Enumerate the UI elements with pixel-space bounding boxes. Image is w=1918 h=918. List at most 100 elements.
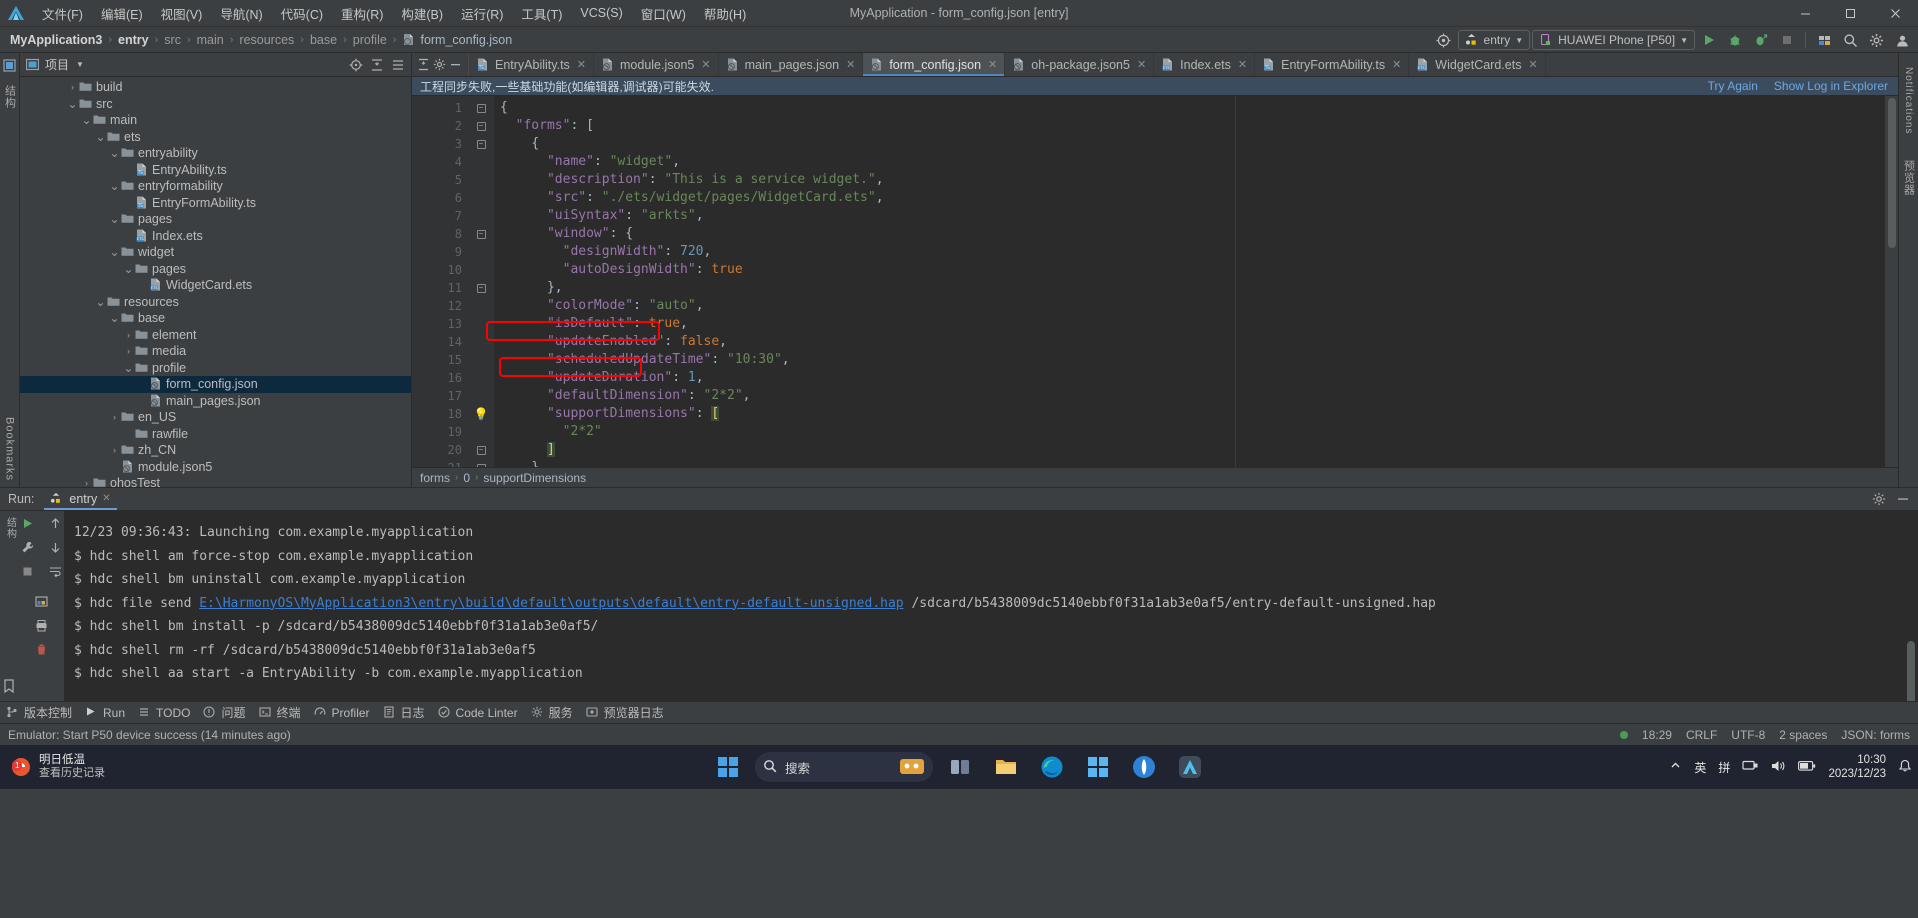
- breadcrumb-resources[interactable]: resources: [235, 32, 298, 48]
- close-icon[interactable]: ✕: [577, 58, 586, 71]
- collapse-icon[interactable]: −: [476, 139, 486, 149]
- chevron-up-icon[interactable]: [1669, 759, 1682, 775]
- notification-center-icon[interactable]: [1898, 759, 1912, 776]
- chevron-right-icon[interactable]: ›: [108, 445, 121, 455]
- collapse-icon[interactable]: −: [476, 445, 486, 455]
- fold-toggle[interactable]: −: [468, 225, 494, 243]
- code-line[interactable]: "defaultDimension": "2*2",: [494, 387, 1884, 405]
- menu-help[interactable]: 帮助(H): [695, 1, 755, 26]
- tree-item-en-us[interactable]: › en_US: [20, 409, 411, 426]
- menu-vcs[interactable]: VCS(S): [571, 3, 631, 23]
- tree-item-src[interactable]: ⌄ src: [20, 96, 411, 113]
- editor-tab-index-ets[interactable]: ETS Index.ets ✕: [1154, 53, 1256, 76]
- maximize-button[interactable]: [1828, 0, 1873, 27]
- tree-item-entryability[interactable]: ⌄ entryability: [20, 145, 411, 162]
- close-icon[interactable]: ✕: [102, 493, 110, 504]
- tree-item-zh-cn[interactable]: › zh_CN: [20, 442, 411, 459]
- code-content[interactable]: { "forms": [ { "name": "widget", "descri…: [494, 96, 1884, 467]
- task-view-icon[interactable]: [941, 748, 979, 786]
- hide-icon[interactable]: [1896, 492, 1910, 506]
- chevron-down-icon[interactable]: ⌄: [66, 98, 79, 110]
- structure-crumb-forms[interactable]: forms: [420, 471, 450, 485]
- chevron-down-icon[interactable]: ⌄: [108, 246, 121, 258]
- bottom-tab-problems[interactable]: 问题: [203, 704, 246, 721]
- close-icon[interactable]: ✕: [846, 58, 855, 71]
- fold-toggle[interactable]: 💡: [468, 405, 494, 423]
- delete-icon[interactable]: [35, 643, 49, 657]
- scroll-down-button[interactable]: [49, 541, 63, 555]
- tree-item-element[interactable]: › element: [20, 327, 411, 344]
- wrench-icon[interactable]: [21, 541, 35, 555]
- editor-tab-entryability-ts[interactable]: TS EntryAbility.ts ✕: [469, 53, 595, 76]
- code-line[interactable]: "2*2": [494, 423, 1884, 441]
- breadcrumb-main[interactable]: main: [193, 32, 228, 48]
- project-strip-icon[interactable]: [2, 59, 17, 73]
- close-icon[interactable]: ✕: [1238, 58, 1247, 71]
- bottom-tab-previewer-log[interactable]: 预览器日志: [586, 704, 664, 721]
- ime-language-label[interactable]: 英: [1694, 759, 1706, 776]
- panel-options-icon[interactable]: [391, 58, 405, 72]
- bottom-tab-services[interactable]: 服务: [531, 704, 573, 721]
- collapse-icon[interactable]: −: [476, 463, 486, 467]
- code-line[interactable]: "updateDuration": 1,: [494, 369, 1884, 387]
- chevron-down-icon[interactable]: ⌄: [108, 147, 121, 159]
- chevron-right-icon[interactable]: ›: [66, 82, 79, 92]
- menu-edit[interactable]: 编辑(E): [92, 1, 152, 26]
- code-line[interactable]: "colorMode": "auto",: [494, 297, 1884, 315]
- status-file-type[interactable]: JSON: forms: [1841, 728, 1910, 742]
- chevron-down-icon[interactable]: ⌄: [108, 213, 121, 225]
- breadcrumb-src[interactable]: src: [160, 32, 185, 48]
- run-button[interactable]: [1697, 29, 1721, 51]
- code-line[interactable]: },: [494, 279, 1884, 297]
- collapse-all-icon[interactable]: [370, 58, 384, 72]
- hide-panel-icon[interactable]: [449, 58, 463, 72]
- show-log-link[interactable]: Show Log in Explorer: [1774, 79, 1888, 93]
- code-line[interactable]: "supportDimensions": [: [494, 405, 1884, 423]
- bottom-tab-version-control[interactable]: 版本控制: [6, 704, 72, 721]
- chevron-down-icon[interactable]: ⌄: [122, 362, 135, 374]
- collapse-icon[interactable]: −: [476, 103, 486, 113]
- code-line[interactable]: "window": {: [494, 225, 1884, 243]
- left-strip-bookmarks[interactable]: Bookmarks: [4, 417, 16, 481]
- code-line[interactable]: "designWidth": 720,: [494, 243, 1884, 261]
- code-line[interactable]: "forms": [: [494, 117, 1884, 135]
- device-selector[interactable]: HUAWEI Phone [P50] ▼: [1532, 30, 1695, 50]
- code-line[interactable]: {: [494, 135, 1884, 153]
- chevron-right-icon[interactable]: ›: [122, 346, 135, 356]
- tree-item-index-ets[interactable]: ETS Index.ets: [20, 228, 411, 245]
- tree-item-entryability-ts[interactable]: TS EntryAbility.ts: [20, 162, 411, 179]
- run-console[interactable]: 12/23 09:36:43: Launching com.example.my…: [64, 511, 1918, 701]
- code-line[interactable]: "autoDesignWidth": true: [494, 261, 1884, 279]
- code-line[interactable]: ]: [494, 441, 1884, 459]
- collapse-icon[interactable]: [417, 58, 431, 72]
- profile-button[interactable]: [1749, 29, 1773, 51]
- code-line[interactable]: "scheduledUpdateTime": "10:30",: [494, 351, 1884, 369]
- code-line[interactable]: "uiSyntax": "arkts",: [494, 207, 1884, 225]
- file-explorer-icon[interactable]: [987, 748, 1025, 786]
- code-line[interactable]: "isDefault": true,: [494, 315, 1884, 333]
- bookmarks-icon[interactable]: [3, 679, 17, 694]
- tree-item-base[interactable]: ⌄ base: [20, 310, 411, 327]
- print-icon[interactable]: [35, 619, 49, 633]
- scroll-up-button[interactable]: [49, 517, 63, 531]
- close-icon[interactable]: ✕: [988, 58, 997, 71]
- chevron-down-icon[interactable]: ▼: [76, 60, 84, 69]
- left-strip-structure[interactable]: 结构: [2, 85, 18, 109]
- code-line[interactable]: "src": "./ets/widget/pages/WidgetCard.et…: [494, 189, 1884, 207]
- locate-file-icon[interactable]: [349, 58, 363, 72]
- soft-wrap-icon[interactable]: [49, 565, 63, 579]
- tree-item-main[interactable]: ⌄ main: [20, 112, 411, 129]
- bottom-tab-code-linter[interactable]: Code Linter: [437, 706, 518, 720]
- store-icon[interactable]: [1079, 748, 1117, 786]
- breadcrumb-base[interactable]: base: [306, 32, 341, 48]
- gear-icon[interactable]: [1872, 492, 1886, 506]
- right-strip-notifications[interactable]: Notifications: [1903, 67, 1914, 134]
- chevron-down-icon[interactable]: ⌄: [80, 114, 93, 126]
- close-button[interactable]: [1873, 0, 1918, 27]
- bottom-tab-run[interactable]: Run: [85, 706, 125, 720]
- bottom-tab-terminal[interactable]: 终端: [258, 704, 301, 721]
- fold-toggle[interactable]: −: [468, 459, 494, 467]
- tree-item-build[interactable]: › build: [20, 79, 411, 96]
- run-tab-entry[interactable]: entry ✕: [44, 490, 117, 510]
- editor-tab-oh-package-json5[interactable]: oh-package.json5 ✕: [1005, 53, 1155, 76]
